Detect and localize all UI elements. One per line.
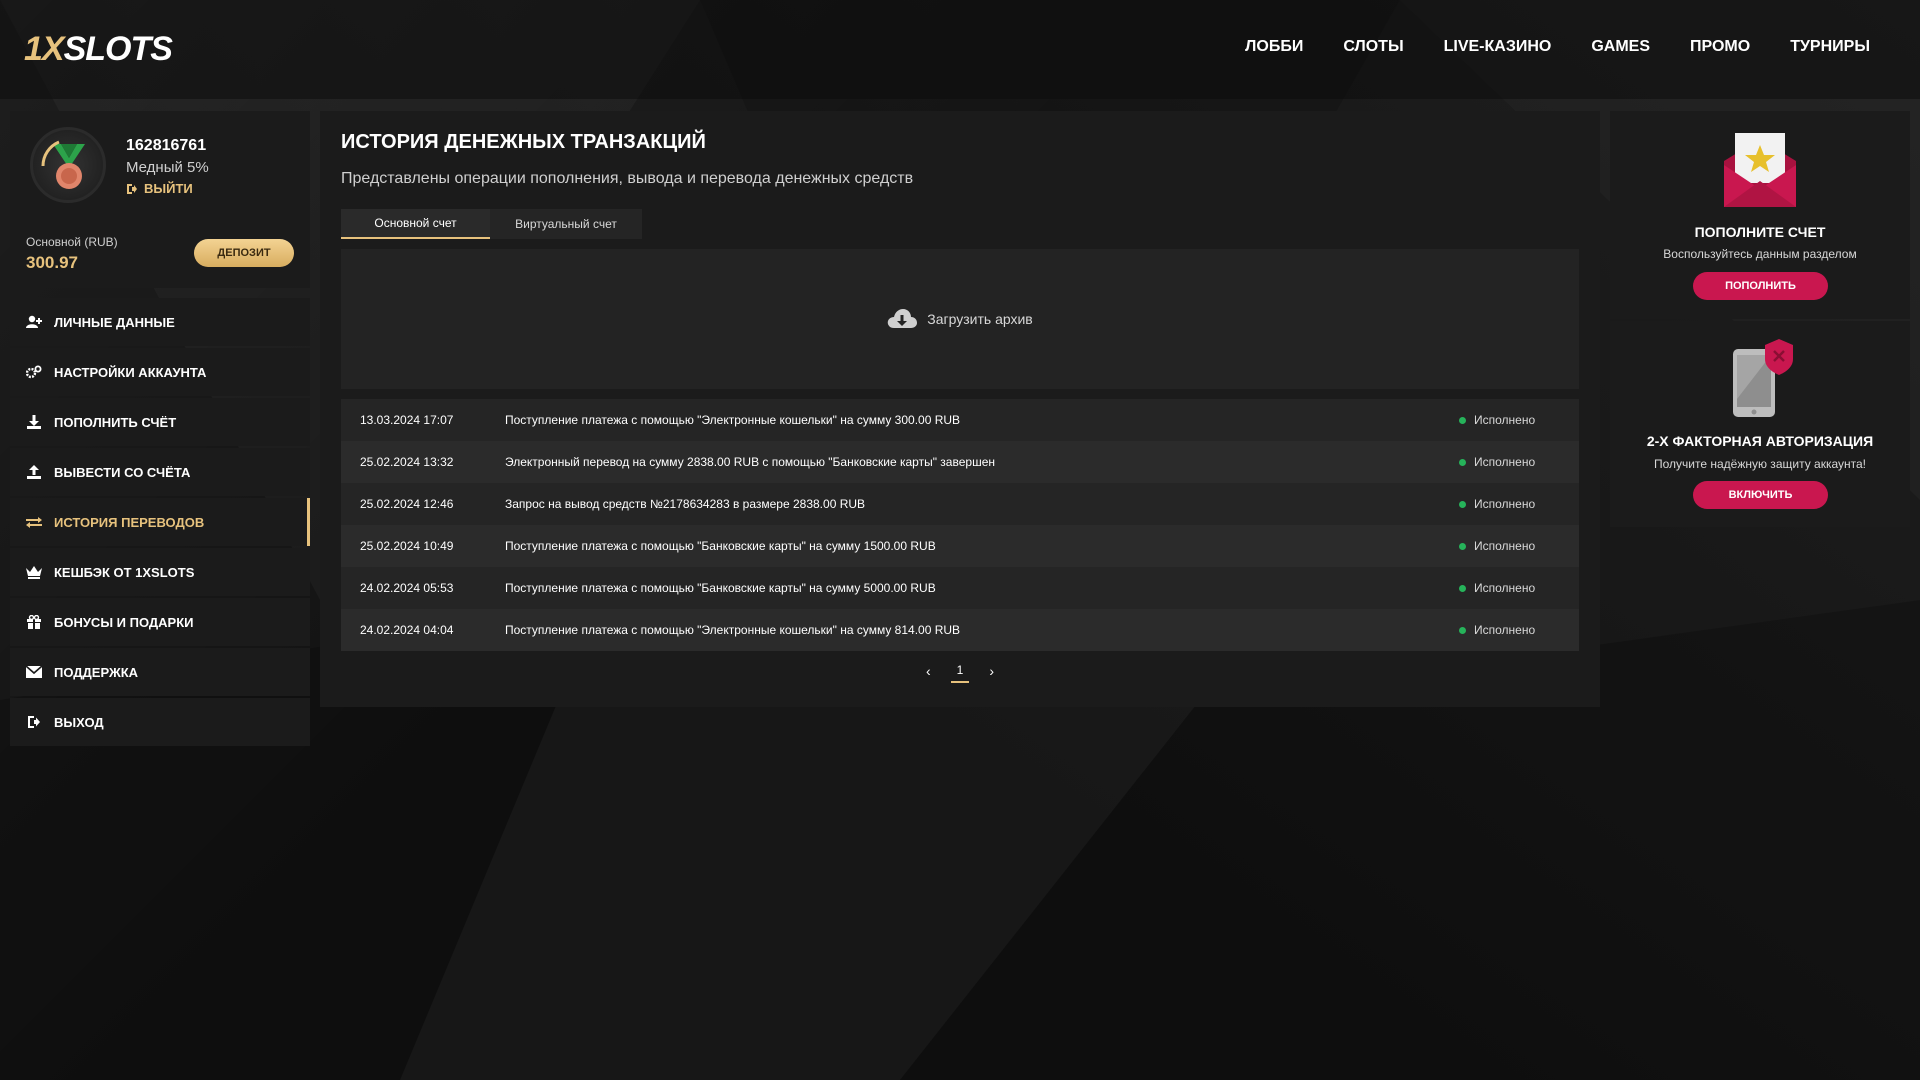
tx-description: Поступление платежа с помощью "Электронн…: [505, 623, 961, 637]
promo-text: Получите надёжную защиту аккаунта!: [1653, 457, 1866, 471]
tx-description: Электронный перевод на сумму 2838.00 RUB…: [505, 455, 995, 469]
tx-date: 24.02.2024 05:53: [360, 581, 454, 595]
tab-main-account[interactable]: Основной счет: [341, 209, 490, 239]
tx-date: 25.02.2024 13:32: [360, 455, 454, 469]
menu-item-transfer-history[interactable]: ИСТОРИЯ ПЕРЕВОДОВ: [10, 498, 310, 546]
download-icon: [26, 414, 42, 430]
next-page-button[interactable]: ›: [989, 663, 994, 679]
logout-icon: [127, 183, 137, 194]
envelope-icon: [26, 664, 42, 680]
tx-description: Поступление платежа с помощью "Банковски…: [505, 539, 936, 553]
tx-date: 25.02.2024 10:49: [360, 539, 454, 553]
promo-2fa-card: 2-Х ФАКТОРНАЯ АВТОРИЗАЦИЯ Получите надёж…: [1610, 321, 1910, 527]
top-header: 1XSLOTS ЛОББИ СЛОТЫ LIVE-КАЗИНО GAMES ПР…: [0, 0, 1920, 99]
tx-date: 25.02.2024 12:46: [360, 497, 454, 511]
status-badge: Исполнено: [1459, 413, 1579, 427]
menu-item-bonuses[interactable]: БОНУСЫ И ПОДАРКИ: [10, 598, 310, 646]
status-dot-icon: [1459, 626, 1466, 634]
menu-item-support[interactable]: ПОДДЕРЖКА: [10, 648, 310, 696]
status-badge: Исполнено: [1459, 455, 1579, 469]
tx-description: Поступление платежа с помощью "Электронн…: [505, 413, 961, 427]
site-logo[interactable]: 1XSLOTS: [24, 30, 173, 69]
status-badge: Исполнено: [1459, 539, 1579, 553]
status-dot-icon: [1459, 458, 1466, 466]
page-number-button[interactable]: 1: [950, 663, 970, 683]
main-nav: ЛОББИ СЛОТЫ LIVE-КАЗИНО GAMES ПРОМО ТУРН…: [1225, 38, 1890, 56]
nav-slots[interactable]: СЛОТЫ: [1323, 38, 1423, 56]
promo-title: 2-Х ФАКТОРНАЯ АВТОРИЗАЦИЯ: [1646, 433, 1874, 449]
user-card: 162816761 Медный 5% ВЫЙТИ Основной (RUB)…: [10, 111, 310, 288]
status-dot-icon: [1459, 542, 1466, 550]
status-badge: Исполнено: [1459, 497, 1579, 511]
cloud-download-icon: [888, 309, 918, 328]
status-dot-icon: [1459, 584, 1466, 592]
nav-lobby[interactable]: ЛОББИ: [1225, 38, 1323, 56]
tx-description: Поступление платежа с помощью "Банковски…: [505, 581, 936, 595]
account-label: Основной (RUB): [26, 235, 118, 249]
table-row: 25.02.2024 13:32 Электронный перевод на …: [341, 441, 1579, 483]
copper-medal-icon: [41, 140, 85, 189]
user-level: Медный 5%: [126, 159, 209, 176]
menu-item-withdraw[interactable]: ВЫВЕСТИ СО СЧЁТА: [10, 448, 310, 496]
phone-shield-icon: [1610, 339, 1910, 419]
download-archive-button[interactable]: Загрузить архив: [341, 249, 1579, 389]
upload-icon: [26, 464, 42, 480]
gift-icon: [26, 614, 42, 630]
page-title: ИСТОРИЯ ДЕНЕЖНЫХ ТРАНЗАКЦИЙ: [341, 131, 706, 153]
menu-item-cashback[interactable]: КЕШБЭК ОТ 1XSLOTS: [10, 548, 310, 596]
tx-date: 13.03.2024 17:07: [360, 413, 454, 427]
transfer-icon: [26, 514, 42, 530]
page-subtitle: Представлены операции пополнения, вывода…: [341, 170, 914, 187]
nav-tournaments[interactable]: ТУРНИРЫ: [1770, 38, 1890, 56]
enable-2fa-button[interactable]: ВКЛЮЧИТЬ: [1693, 481, 1828, 509]
logout-icon: [26, 714, 42, 730]
table-row: 25.02.2024 10:49 Поступление платежа с п…: [341, 525, 1579, 567]
transactions-table: 13.03.2024 17:07 Поступление платежа с п…: [341, 399, 1579, 651]
user-plus-icon: [26, 314, 42, 330]
status-badge: Исполнено: [1459, 623, 1579, 637]
account-balance: 300.97: [26, 253, 78, 272]
menu-item-logout[interactable]: ВЫХОД: [10, 698, 310, 746]
table-row: 13.03.2024 17:07 Поступление платежа с п…: [341, 399, 1579, 441]
transactions-panel: ИСТОРИЯ ДЕНЕЖНЫХ ТРАНЗАКЦИЙ Представлены…: [320, 111, 1600, 707]
tab-virtual-account[interactable]: Виртуальный счет: [490, 209, 642, 239]
promo-text: Воспользуйтесь данным разделом: [1663, 247, 1857, 261]
nav-games[interactable]: GAMES: [1571, 38, 1670, 56]
avatar: [30, 127, 106, 203]
envelope-star-icon: [1610, 131, 1910, 209]
prev-page-button[interactable]: ‹: [926, 663, 931, 679]
account-tabs: Основной счет Виртуальный счет: [341, 209, 642, 239]
menu-item-deposit[interactable]: ПОПОЛНИТЬ СЧЁТ: [10, 398, 310, 446]
deposit-button[interactable]: ДЕПОЗИТ: [194, 239, 294, 267]
nav-promo[interactable]: ПРОМО: [1670, 38, 1770, 56]
table-row: 24.02.2024 05:53 Поступление платежа с п…: [341, 567, 1579, 609]
tx-date: 24.02.2024 04:04: [360, 623, 454, 637]
menu-item-personal-data[interactable]: ЛИЧНЫЕ ДАННЫЕ: [10, 298, 310, 346]
user-id: 162816761: [126, 137, 207, 154]
table-row: 24.02.2024 04:04 Поступление платежа с п…: [341, 609, 1579, 651]
tx-description: Запрос на вывод средств №2178634283 в ра…: [505, 497, 866, 511]
gears-icon: [26, 364, 42, 380]
replenish-button[interactable]: ПОПОЛНИТЬ: [1693, 272, 1828, 300]
promo-deposit-card: ПОПОЛНИТЕ СЧЕТ Воспользуйтесь данным раз…: [1610, 111, 1910, 319]
nav-live-casino[interactable]: LIVE-КАЗИНО: [1424, 38, 1572, 56]
pagination: ‹ 1 ›: [320, 659, 1600, 683]
status-dot-icon: [1459, 416, 1466, 424]
status-badge: Исполнено: [1459, 581, 1579, 595]
promo-title: ПОПОЛНИТЕ СЧЕТ: [1694, 224, 1826, 240]
crown-icon: [26, 564, 42, 580]
menu-item-account-settings[interactable]: НАСТРОЙКИ АККАУНТА: [10, 348, 310, 396]
status-dot-icon: [1459, 500, 1466, 508]
table-row: 25.02.2024 12:46 Запрос на вывод средств…: [341, 483, 1579, 525]
logout-link[interactable]: ВЫЙТИ: [126, 181, 193, 196]
account-menu: ЛИЧНЫЕ ДАННЫЕ НАСТРОЙКИ АККАУНТА ПОПОЛНИ…: [10, 298, 310, 748]
